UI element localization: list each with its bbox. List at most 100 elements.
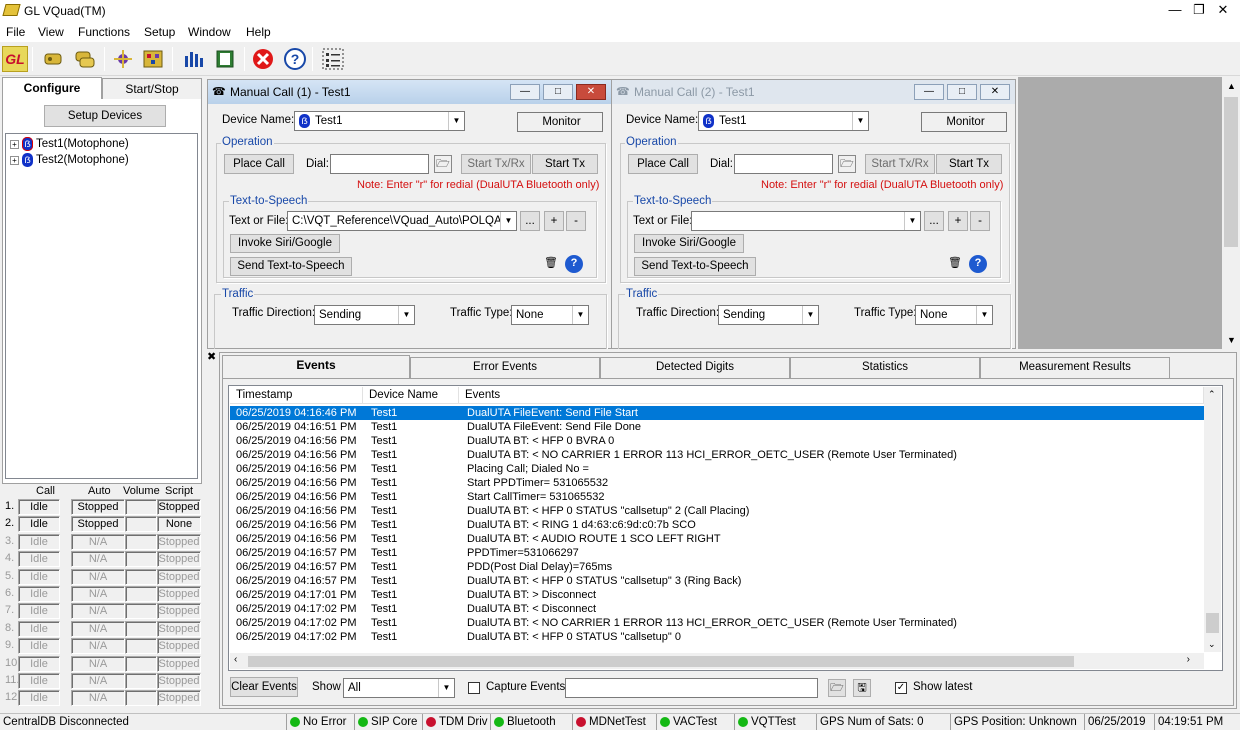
tts-file-select[interactable]: C:\VQT_Reference\VQuad_Auto\POLQAN ▼ (287, 211, 517, 231)
auto-state[interactable]: N/A (71, 673, 125, 689)
call-state[interactable]: Idle (18, 603, 60, 620)
event-row[interactable]: 06/25/2019 04:16:57 PM Test1 PPDTimer=5310… (230, 546, 1204, 560)
call-state[interactable]: Idle (18, 499, 60, 515)
menu-window[interactable]: Window (188, 25, 231, 39)
menu-help[interactable]: Help (246, 25, 271, 39)
auto-state[interactable]: Stopped (71, 516, 125, 533)
tree-item-test1[interactable]: + ẞ Test1(Motophone) (10, 137, 129, 151)
trash-icon[interactable]: 🗑 (542, 255, 560, 273)
dial-input[interactable] (734, 154, 833, 174)
call-state[interactable]: Idle (18, 586, 60, 602)
capture-settings-icon[interactable]: 🖫 (853, 679, 871, 697)
volume-cell[interactable] (125, 655, 157, 672)
event-row[interactable]: 06/25/2019 04:16:56 PM Test1 Start PPDTime… (230, 476, 1204, 490)
minimize-icon[interactable]: — (1164, 2, 1186, 17)
script-state[interactable]: Stopped (157, 673, 201, 689)
close-icon[interactable]: ✕ (1212, 2, 1234, 18)
minimize-icon[interactable]: — (914, 84, 944, 100)
remove-button[interactable]: - (566, 211, 586, 231)
minimize-icon[interactable]: — (510, 84, 540, 100)
clear-events-button[interactable]: Clear Events (230, 677, 298, 697)
add-button[interactable]: + (948, 211, 968, 231)
menu-setup[interactable]: Setup (144, 25, 175, 39)
start-tx-button[interactable]: Start Tx (532, 154, 598, 174)
network-device-icon[interactable] (110, 46, 136, 72)
event-row[interactable]: 06/25/2019 04:16:56 PM Test1 DualUTA BT: <… (230, 434, 1204, 448)
list-layout-icon[interactable] (320, 46, 346, 72)
book-icon[interactable] (212, 46, 238, 72)
event-row[interactable]: 06/25/2019 04:16:57 PM Test1 PDD(Post Dial… (230, 560, 1204, 574)
auto-state[interactable]: N/A (71, 620, 125, 637)
help-icon[interactable]: ? (565, 255, 583, 273)
event-row[interactable]: 06/25/2019 04:16:56 PM Test1 DualUTA BT: <… (230, 532, 1204, 546)
events-vertical-scrollbar[interactable]: ⌃ ⌄ (1204, 387, 1221, 652)
col-device-name[interactable]: Device Name (363, 387, 459, 404)
script-state[interactable]: Stopped (157, 568, 201, 585)
event-row[interactable]: 06/25/2019 04:16:51 PM Test1 DualUTA FileE… (230, 420, 1204, 434)
volume-cell[interactable] (125, 568, 157, 585)
auto-state[interactable]: N/A (71, 690, 125, 707)
call-state[interactable]: Idle (18, 568, 60, 585)
call-state[interactable]: Idle (18, 620, 60, 637)
traffic-direction-select[interactable]: Sending ▼ (718, 305, 819, 325)
volume-cell[interactable] (125, 533, 157, 550)
tts-file-select[interactable]: ▼ (691, 211, 921, 231)
show-latest-checkbox[interactable]: ✓ (895, 682, 907, 694)
help-icon[interactable]: ? (969, 255, 987, 273)
event-row[interactable]: 06/25/2019 04:16:56 PM Test1 DualUTA BT: <… (230, 448, 1204, 462)
event-row[interactable]: 06/25/2019 04:17:01 PM Test1 DualUTA BT: >… (230, 588, 1204, 602)
restore-icon[interactable]: □ (947, 84, 977, 100)
restore-icon[interactable]: ❐ (1188, 2, 1210, 18)
invoke-siri-google-button[interactable]: Invoke Siri/Google (230, 234, 340, 253)
expand-icon[interactable]: + (10, 139, 19, 149)
close-icon[interactable]: ✕ (980, 84, 1010, 100)
auto-state[interactable]: N/A (71, 638, 125, 655)
help-icon[interactable]: ? (282, 46, 308, 72)
event-row[interactable]: 06/25/2019 04:16:56 PM Test1 DualUTA BT: <… (230, 518, 1204, 532)
dial-list-icon[interactable]: 🗁 (838, 155, 856, 173)
traffic-type-select[interactable]: None ▼ (511, 305, 589, 325)
menu-view[interactable]: View (38, 25, 64, 39)
close-panel-icon[interactable]: ✖ (207, 350, 216, 363)
volume-cell[interactable] (125, 638, 157, 655)
phone-config-icon[interactable] (40, 46, 66, 72)
invoke-siri-google-button[interactable]: Invoke Siri/Google (634, 234, 744, 253)
stop-icon[interactable] (250, 46, 276, 72)
tab-events[interactable]: Events (222, 355, 410, 379)
call-state[interactable]: Idle (18, 638, 60, 655)
tab-detected-digits[interactable]: Detected Digits (600, 357, 790, 378)
event-row[interactable]: 06/25/2019 04:16:56 PM Test1 Placing Call;… (230, 462, 1204, 476)
menu-file[interactable]: File (6, 25, 25, 39)
script-state[interactable]: Stopped (157, 655, 201, 672)
restore-icon[interactable]: □ (543, 84, 573, 100)
volume-cell[interactable] (125, 673, 157, 689)
call-state[interactable]: Idle (18, 690, 60, 707)
traffic-type-select[interactable]: None ▼ (915, 305, 993, 325)
bar-chart-icon[interactable] (180, 46, 206, 72)
script-state[interactable]: Stopped (157, 603, 201, 620)
tree-item-test2[interactable]: + ẞ Test2(Motophone) (10, 153, 129, 167)
auto-state[interactable]: N/A (71, 533, 125, 550)
traffic-direction-select[interactable]: Sending ▼ (314, 305, 415, 325)
browse-button[interactable]: ... (924, 211, 944, 231)
volume-cell[interactable] (125, 586, 157, 602)
device-name-select[interactable]: ẞ Test1 ▼ (698, 111, 869, 131)
tab-measurement-results[interactable]: Measurement Results (980, 357, 1170, 378)
setup-devices-button[interactable]: Setup Devices (44, 105, 166, 127)
col-timestamp[interactable]: Timestamp (230, 387, 363, 404)
dial-input[interactable] (330, 154, 429, 174)
device-name-select[interactable]: ẞ Test1 ▼ (294, 111, 465, 131)
place-call-button[interactable]: Place Call (224, 154, 294, 174)
start-tx-button[interactable]: Start Tx (936, 154, 1002, 174)
start-txrx-button[interactable]: Start Tx/Rx (865, 154, 935, 174)
volume-cell[interactable] (125, 551, 157, 568)
event-row[interactable]: 06/25/2019 04:17:02 PM Test1 DualUTA BT: <… (230, 616, 1204, 630)
volume-cell[interactable] (125, 499, 157, 515)
close-icon[interactable]: ✕ (576, 84, 606, 100)
event-row[interactable]: 06/25/2019 04:16:56 PM Test1 Start CallTim… (230, 490, 1204, 504)
capture-file-field[interactable] (565, 678, 818, 698)
auto-state[interactable]: N/A (71, 568, 125, 585)
show-filter-select[interactable]: All ▼ (343, 678, 455, 698)
dial-list-icon[interactable]: 🗁 (434, 155, 452, 173)
event-row[interactable]: 06/25/2019 04:16:56 PM Test1 DualUTA BT: <… (230, 504, 1204, 518)
